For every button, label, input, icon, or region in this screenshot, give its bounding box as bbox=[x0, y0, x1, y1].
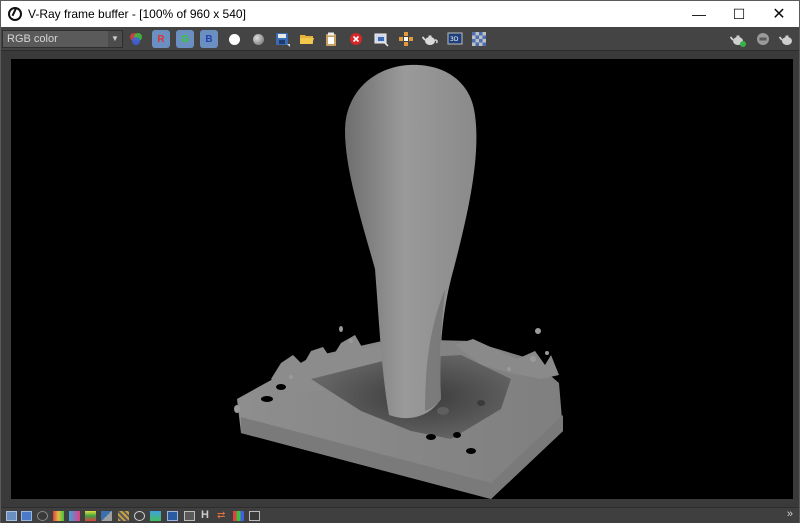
title-bar[interactable]: V-Ray frame buffer - [100% of 960 x 540]… bbox=[1, 1, 799, 27]
background-image-icon[interactable] bbox=[150, 511, 161, 521]
white-balance-icon[interactable] bbox=[134, 511, 145, 521]
vray-logo-icon bbox=[8, 7, 22, 21]
rendered-image bbox=[234, 64, 563, 499]
green-channel-toggle[interactable]: G bbox=[176, 30, 194, 48]
color-balance-icon[interactable] bbox=[53, 511, 64, 521]
render-settings-teapot-icon[interactable] bbox=[778, 30, 796, 48]
vfb-window: V-Ray frame buffer - [100% of 960 x 540]… bbox=[0, 0, 800, 523]
window-title: V-Ray frame buffer - [100% of 960 x 540] bbox=[28, 7, 246, 21]
clipboard-icon[interactable] bbox=[322, 30, 340, 48]
stamp-icon[interactable] bbox=[249, 511, 260, 521]
levels-icon[interactable] bbox=[85, 511, 96, 521]
vfb-bottom-toolbar: H ⇄ » bbox=[1, 507, 799, 523]
ocio-icon[interactable] bbox=[184, 511, 195, 521]
exposure-icon[interactable] bbox=[118, 511, 129, 521]
vfb-toolbar: RGB color ▼ R G B 3D bbox=[1, 27, 799, 51]
minimize-button[interactable]: — bbox=[679, 1, 719, 27]
more-tools-icon[interactable]: » bbox=[787, 508, 793, 520]
close-button[interactable]: ✕ bbox=[759, 1, 799, 27]
display-settings-icon[interactable]: 3D bbox=[446, 30, 464, 48]
maximize-button[interactable]: ☐ bbox=[719, 1, 759, 27]
render-teapot-icon[interactable] bbox=[421, 30, 439, 48]
blue-channel-toggle[interactable]: B bbox=[200, 30, 218, 48]
open-folder-icon[interactable] bbox=[298, 30, 316, 48]
lens-effects-icon[interactable] bbox=[37, 511, 48, 521]
history-panel-icon[interactable] bbox=[6, 511, 17, 521]
save-image-icon[interactable] bbox=[273, 30, 291, 48]
channel-dropdown[interactable]: RGB color ▼ bbox=[2, 30, 123, 48]
chevron-down-icon[interactable]: ▼ bbox=[108, 31, 122, 47]
render-viewport[interactable] bbox=[11, 59, 793, 499]
pixel-info-toggle[interactable]: H bbox=[201, 509, 209, 521]
red-channel-toggle[interactable]: R bbox=[152, 30, 170, 48]
hsl-icon[interactable] bbox=[69, 511, 80, 521]
render-history-icon[interactable] bbox=[754, 30, 772, 48]
stop-render-icon[interactable] bbox=[347, 30, 365, 48]
white-dot-icon[interactable] bbox=[225, 30, 243, 48]
curves-icon[interactable] bbox=[101, 511, 112, 521]
interactive-teapot-icon[interactable] bbox=[729, 30, 747, 48]
window-controls: — ☐ ✕ bbox=[679, 1, 799, 27]
alpha-dot-icon[interactable] bbox=[249, 30, 267, 48]
lut-icon[interactable] bbox=[167, 511, 178, 521]
channel-dropdown-value: RGB color bbox=[7, 33, 58, 45]
svg-text:3D: 3D bbox=[450, 36, 459, 43]
channel-split-icon[interactable] bbox=[233, 511, 244, 521]
correction-panel-icon[interactable] bbox=[21, 511, 32, 521]
checker-pattern-icon[interactable] bbox=[470, 30, 488, 48]
region-render-icon[interactable] bbox=[372, 30, 390, 48]
rgb-channels-icon[interactable] bbox=[127, 30, 145, 48]
compare-ab-icon[interactable]: ⇄ bbox=[217, 511, 228, 521]
bucket-render-icon[interactable] bbox=[397, 30, 415, 48]
